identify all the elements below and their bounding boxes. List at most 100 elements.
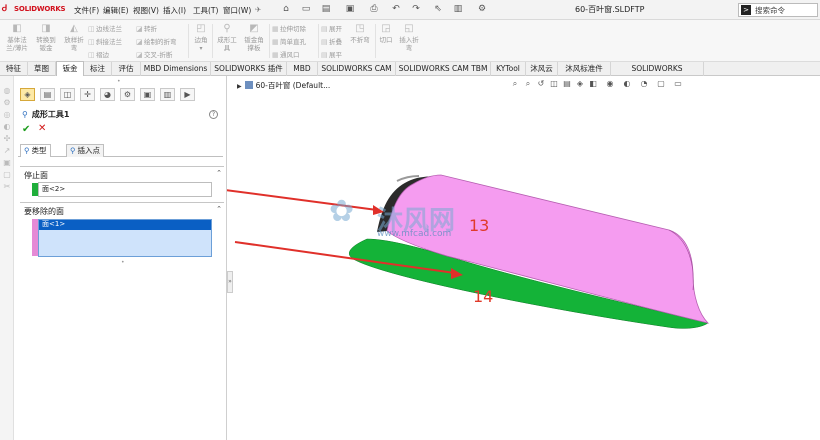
strip-tool-icon[interactable]: ✂ <box>2 182 12 192</box>
new-document-icon[interactable]: ▭ <box>300 3 312 15</box>
cancel-button[interactable]: ✕ <box>38 123 46 134</box>
convert-sheet-metal-button[interactable]: ◨ 转换到 钣金 <box>32 23 60 52</box>
tab-kytool[interactable]: KYTool <box>491 62 526 76</box>
miter-flange-button[interactable]: ◫斜接法兰 <box>88 36 122 46</box>
redo-icon[interactable]: ↷ <box>410 3 422 15</box>
ribbon-separator <box>212 24 213 58</box>
inspection-tab-icon[interactable]: ▥ <box>160 88 175 101</box>
feature-manager-tab-icon[interactable]: ◈ <box>20 88 35 101</box>
cross-break-button[interactable]: ◪交叉-折断 <box>136 49 172 59</box>
command-manager-ribbon: ◧ 基体法 兰/薄片 ◨ 转换到 钣金 ◭ 放样折 弯 ◫边线法兰 ◫斜接法兰 … <box>0 20 820 62</box>
corners-label: 边角 <box>194 36 208 44</box>
forming-tool-button[interactable]: ⚲ 成形工 具 <box>214 23 240 52</box>
ok-button[interactable]: ✔ <box>22 124 30 135</box>
dimxpert-tab-icon[interactable]: ✛ <box>80 88 95 101</box>
display-manager-tab-icon[interactable]: ◕ <box>100 88 115 101</box>
stop-face-selection-box[interactable]: 面<2> <box>38 182 212 197</box>
panel-splitter-handle[interactable]: • <box>117 78 121 85</box>
edge-flange-button[interactable]: ◫边线法兰 <box>88 23 122 33</box>
cam-tree-tab-icon[interactable]: ▣ <box>140 88 155 101</box>
tab-features[interactable]: 特征 <box>0 62 28 76</box>
corners-button[interactable]: ◰ 边角 ▾ <box>191 23 211 53</box>
tab-solidworks-cam[interactable]: SOLIDWORKS CAM <box>318 62 396 76</box>
tab-solidworks-addins[interactable]: SOLIDWORKS 插件 <box>211 62 287 76</box>
configuration-manager-tab-icon[interactable]: ◫ <box>60 88 75 101</box>
tab-type[interactable]: ⚲ 类型 <box>20 144 51 157</box>
print-icon[interactable]: ⎙ <box>368 3 380 15</box>
menu-edit[interactable]: 编辑(E) <box>103 5 129 16</box>
simple-hole-button[interactable]: ▦简单直孔 <box>272 36 306 46</box>
jog-button[interactable]: ◪转折 <box>136 23 157 33</box>
chevron-up-icon[interactable]: ⌃ <box>216 169 222 177</box>
rip-button[interactable]: ◲ 切口 <box>377 23 395 44</box>
fold-button[interactable]: ▤折叠 <box>321 36 342 46</box>
jog-label: 转折 <box>144 25 157 33</box>
forming-tool-title-icon: ⚲ <box>22 110 28 119</box>
search-commands-input[interactable]: > 搜索命令 <box>738 3 818 17</box>
extruded-cut-button[interactable]: ▦拉伸切除 <box>272 23 306 33</box>
annotation-14: 14 <box>473 287 493 306</box>
flatten-button[interactable]: ▤展平 <box>321 49 342 59</box>
pin-icon[interactable]: ✈ <box>255 5 261 14</box>
property-manager-tab-icon[interactable]: ▤ <box>40 88 55 101</box>
faces-to-remove-selection-box[interactable]: 面<1> <box>38 219 212 257</box>
tab-markup[interactable]: 标注 <box>84 62 112 76</box>
tab-type-label: 类型 <box>31 146 47 155</box>
help-icon[interactable]: ? <box>209 110 218 119</box>
select-cursor-icon[interactable]: ⇖ <box>432 3 444 15</box>
hem-button[interactable]: ◫褶边 <box>88 49 109 59</box>
menu-file[interactable]: 文件(F) <box>74 5 99 16</box>
menu-tools[interactable]: 工具(T) <box>193 5 218 16</box>
insert-bends-button[interactable]: ◱ 插入折 弯 <box>396 23 422 52</box>
tab-insert-point[interactable]: ⚲ 插入点 <box>66 144 104 157</box>
chevron-up-icon[interactable]: ⌃ <box>216 205 222 213</box>
strip-axis-icon[interactable]: ✣ <box>2 134 12 144</box>
menu-view[interactable]: 视图(V) <box>133 5 159 16</box>
strip-block-icon[interactable]: ▣ <box>2 158 12 168</box>
convert-label-1: 转换到 <box>36 36 56 44</box>
menu-window[interactable]: 窗口(W) <box>223 5 251 16</box>
strip-shell-icon[interactable]: ◐ <box>2 122 12 132</box>
open-folder-icon[interactable]: ▤ <box>320 3 332 15</box>
tab-evaluate[interactable]: 评估 <box>112 62 141 76</box>
faces-to-remove-item[interactable]: 面<1> <box>39 220 211 230</box>
home-icon[interactable]: ⌂ <box>280 3 292 15</box>
tab-sketch[interactable]: 草图 <box>28 62 56 76</box>
vent-button[interactable]: ▦通风口 <box>272 49 300 59</box>
lofted-bend-button[interactable]: ◭ 放样折 弯 <box>60 23 88 52</box>
tab-solidworks-cam-tbm[interactable]: SOLIDWORKS CAM TBM <box>396 62 491 76</box>
strip-gear-icon[interactable]: ⚙ <box>2 98 12 108</box>
sheet-metal-gusset-button[interactable]: ◩ 钣金角 撑板 <box>240 23 268 52</box>
save-icon[interactable]: ▣ <box>344 3 356 15</box>
base-flange-button[interactable]: ◧ 基体法 兰/薄片 <box>3 23 31 52</box>
undo-icon[interactable]: ↶ <box>390 3 402 15</box>
tab-sheet-metal[interactable]: 钣金 <box>56 61 84 76</box>
strip-cylinder-icon[interactable]: ◎ <box>2 110 12 120</box>
cam-tab-icon[interactable]: ⚙ <box>120 88 135 101</box>
hem-label: 褶边 <box>96 51 109 59</box>
tab-mufeng-standard-parts[interactable]: 沐风标准件 <box>558 62 611 76</box>
sketched-bend-button[interactable]: ◪绘制的折弯 <box>136 36 177 46</box>
tab-solidworks-inspection[interactable]: SOLIDWORKS Inspection <box>611 62 704 86</box>
options-gear-icon[interactable]: ⚙ <box>476 3 488 15</box>
tab-mufengyun[interactable]: 沐风云 <box>526 62 558 76</box>
graphics-area[interactable]: ▶ 60-百叶窗 (Default... ⌕ ⌕ ↺ ◫ ▤ ◈ ◧ ◉ ◐ ◔ … <box>227 76 820 440</box>
stop-face-item[interactable]: 面<2> <box>42 184 65 194</box>
strip-arrow-icon[interactable]: ↗ <box>2 146 12 156</box>
unfold-button[interactable]: ▤展开 <box>321 23 342 33</box>
search-commands-icon: > <box>741 5 751 15</box>
rebuild-icon[interactable]: ▥ <box>452 3 464 15</box>
no-bends-button[interactable]: ◳ 不折弯 <box>346 23 374 44</box>
tab-mbd-dimensions[interactable]: MBD Dimensions <box>141 62 211 76</box>
corners-icon: ◰ <box>196 23 206 34</box>
resize-handle[interactable]: • <box>121 259 125 266</box>
base-flange-label-1: 基体法 <box>7 36 27 44</box>
mufeng-tab-icon[interactable]: ▶ <box>180 88 195 101</box>
unfold-icon: ▤ <box>321 25 328 33</box>
menu-insert[interactable]: 插入(I) <box>163 5 186 16</box>
strip-feature-icon[interactable]: ◍ <box>2 86 12 96</box>
strip-frame-icon[interactable]: ▢ <box>2 170 12 180</box>
solidworks-logo: Ꮷ SOLIDWORKS <box>2 3 66 17</box>
tab-mbd[interactable]: MBD <box>287 62 318 76</box>
corners-dropdown-icon[interactable]: ▾ <box>199 45 202 52</box>
